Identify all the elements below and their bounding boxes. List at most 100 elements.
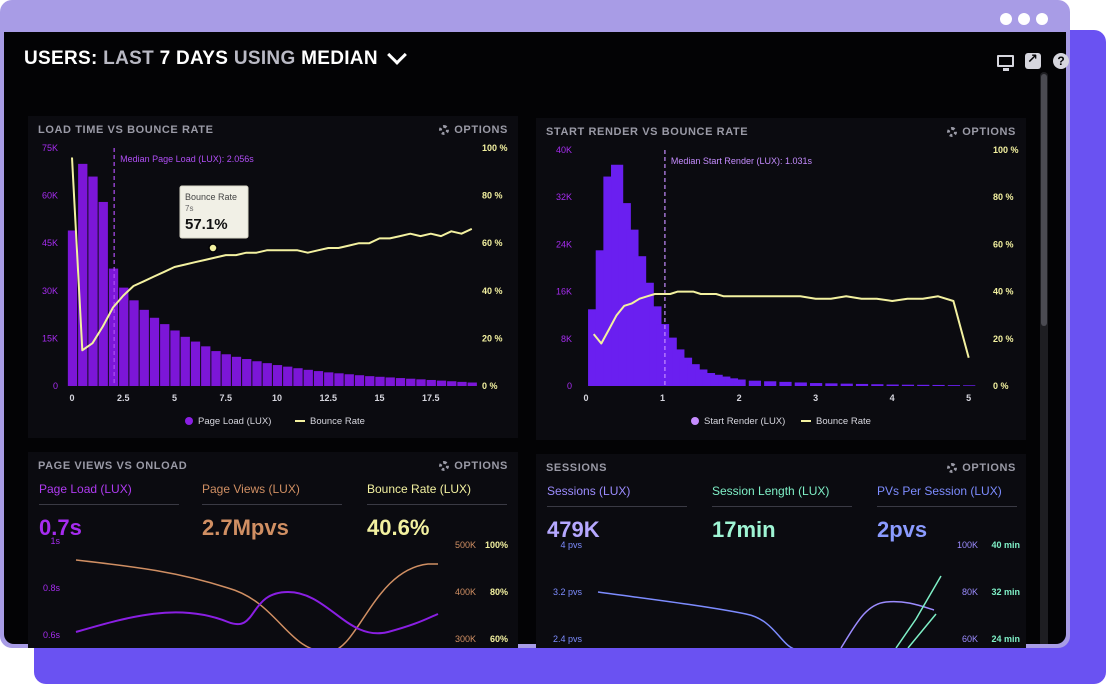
x-tick-label: 2 [737, 393, 742, 403]
y-left-tick: 0.6s [43, 630, 61, 640]
tooltip-subtitle: 7s [185, 204, 193, 213]
y-right-tick: 32 min [991, 587, 1020, 597]
histogram-bar [334, 373, 344, 386]
y-right-tick-label: 60 % [482, 238, 503, 248]
window-dot-icon[interactable] [1000, 13, 1012, 25]
x-tick-label: 4 [890, 393, 895, 403]
page-title[interactable]: USERS: LAST 7 DAYS USING MEDIAN [24, 48, 378, 70]
y-right-tick-label: 100 % [482, 143, 508, 153]
y-right-tick: 300K [455, 634, 476, 644]
monitor-icon[interactable] [996, 52, 1014, 71]
help-icon[interactable]: ? [1052, 52, 1070, 70]
histogram-bar [211, 351, 221, 386]
x-tick-label: 17.5 [422, 393, 440, 403]
histogram-bar [293, 368, 303, 386]
render-bounce-chart: 0 8K 16K 24K 32K 40K 0 % 20 % 40 % 60 % 80 % 100 % 0… [556, 145, 1019, 427]
histogram-bar [67, 230, 78, 386]
histogram-bar [221, 354, 231, 386]
histogram-bar [119, 287, 129, 386]
scrollbar-thumb[interactable] [1041, 74, 1047, 326]
histogram-bar [180, 336, 190, 386]
histogram-bar [416, 379, 426, 386]
share-icon[interactable] [1024, 51, 1042, 70]
histogram-bar [886, 384, 899, 386]
histogram-bar [262, 363, 272, 386]
load-bounce-chart: 0 15K 30K 45K 60K 75K 0 % 20 % 40 % 60 % 80 % 100 %… [42, 143, 508, 427]
histogram-bar [947, 385, 960, 386]
window-dot-icon[interactable] [1018, 13, 1030, 25]
histogram-bar [283, 366, 293, 386]
y-tick-label: 16K [556, 287, 572, 297]
histogram-bar [840, 383, 853, 386]
legend-swatch [185, 417, 193, 425]
histogram-bar [932, 384, 945, 386]
x-tick-label: 3 [813, 393, 818, 403]
histogram-bar [149, 317, 160, 386]
chevron-down-icon[interactable] [386, 45, 407, 65]
x-tick-label: 0 [583, 393, 588, 403]
sessions-line [840, 600, 935, 648]
y-right-tick-label: 0 % [482, 381, 498, 391]
x-tick-label: 12.5 [319, 393, 337, 403]
dashboard-header: USERS: LAST 7 DAYS USING MEDIAN [24, 45, 407, 70]
y-right-tick: 100% [485, 540, 508, 550]
histogram-bar [825, 383, 838, 386]
y-tick-label: 40K [556, 145, 572, 155]
y-tick-label: 32K [556, 192, 572, 202]
y-left-tick: 2.4 pvs [553, 634, 583, 644]
page-views-chart: 1s 0.8s 0.6s 500K 400K 300K 100% 80% 60% [43, 536, 508, 648]
sessions-panel: SESSIONS OPTIONS Sessions (LUX) 479K Ses… [536, 454, 1026, 648]
histogram-bar [170, 330, 180, 386]
y-right-tick-label: 40 % [993, 287, 1014, 297]
y-tick-label: 0 [53, 381, 58, 391]
histogram-bar [764, 381, 777, 386]
y-right-tick: 80% [490, 587, 508, 597]
legend-label: Start Render (LUX) [704, 416, 785, 427]
histogram-bar [467, 382, 477, 386]
y-right-tick-label: 80 % [993, 192, 1014, 202]
histogram-bar [344, 374, 354, 386]
load-time-panel: LOAD TIME VS BOUNCE RATE OPTIONS 0 15K 30K… [28, 116, 518, 438]
histogram-bar [901, 384, 915, 386]
histogram-bar [375, 376, 385, 386]
histogram-bar [201, 346, 211, 386]
x-tick-label: 2.5 [117, 393, 130, 403]
legend-label: Bounce Rate [310, 416, 365, 427]
x-tick-label: 7.5 [219, 393, 232, 403]
y-right-tick-label: 20 % [993, 334, 1014, 344]
histogram-bar [231, 356, 242, 386]
histogram-bar [78, 163, 88, 386]
histogram-bar [272, 365, 283, 386]
histogram-bar [436, 380, 447, 386]
histogram-bar [190, 341, 201, 386]
header-actions: ? [996, 51, 1070, 71]
page-load-line [75, 590, 439, 635]
y-tick-label: 24K [556, 239, 572, 249]
histogram-bar [303, 369, 313, 386]
y-right-tick-label: 20 % [482, 333, 503, 343]
y-right-tick: 100K [957, 540, 978, 550]
histogram-bar [748, 380, 761, 386]
legend-label: Page Load (LUX) [198, 416, 271, 427]
window-dot-icon[interactable] [1036, 13, 1048, 25]
median-label: Median Start Render (LUX): 1.031s [671, 156, 813, 166]
y-right-tick-label: 80 % [482, 191, 503, 201]
histogram-bar [855, 383, 869, 386]
y-right-tick: 60% [490, 634, 508, 644]
title-users: USERS: [24, 48, 104, 69]
histogram-bar [242, 359, 252, 386]
y-tick-label: 8K [561, 334, 572, 344]
y-right-tick: 80K [962, 587, 978, 597]
y-right-tick: 40 min [991, 540, 1020, 550]
y-right-tick: 60K [962, 634, 978, 644]
page-views-panel: PAGE VIEWS VS ONLOAD OPTIONS Page Load (… [28, 452, 518, 648]
tooltip-value: 57.1% [185, 216, 228, 233]
session-length-line-2 [907, 613, 937, 648]
vertical-scrollbar[interactable] [1040, 72, 1048, 644]
y-tick-label: 30K [42, 286, 58, 296]
x-tick-label: 15 [374, 393, 384, 403]
y-right-tick: 24 min [991, 634, 1020, 644]
tooltip-title: Bounce Rate [185, 192, 237, 202]
histogram-bar [779, 381, 792, 386]
title-last: LAST [103, 48, 160, 69]
